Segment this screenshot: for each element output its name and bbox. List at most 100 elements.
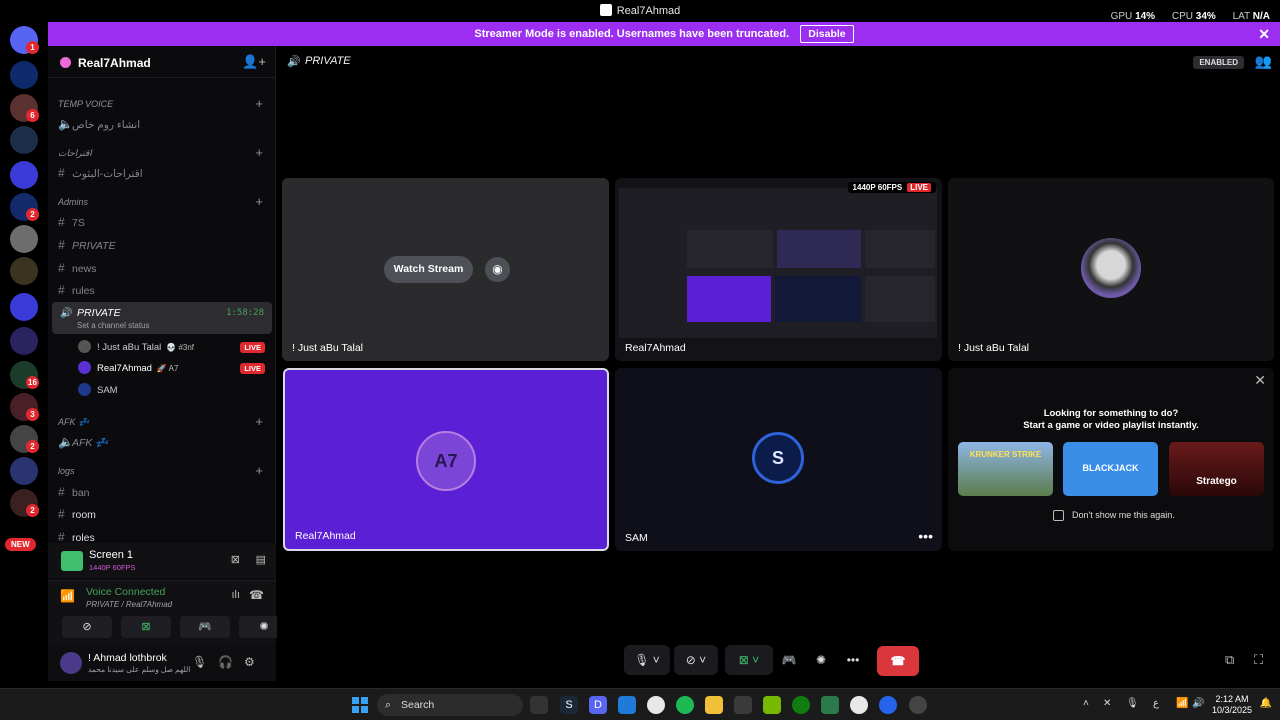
server-icon[interactable] <box>10 161 38 189</box>
category-afk[interactable]: AFK 💤 <box>58 417 89 428</box>
spotify-icon[interactable] <box>676 696 694 714</box>
server-icon[interactable] <box>10 126 38 154</box>
category-temp-voice[interactable]: TEMP VOICE <box>58 99 113 109</box>
add-channel-icon[interactable]: + <box>255 414 263 429</box>
windows-start-icon[interactable] <box>352 697 368 713</box>
avatar[interactable] <box>60 652 82 674</box>
activity-button[interactable]: 🎮 <box>775 645 803 675</box>
participant-tile[interactable]: Watch Stream ◉ ! Just aBu Talal <box>282 178 609 361</box>
camera-button[interactable]: ⊘ ˅ <box>674 645 718 675</box>
voice-user[interactable]: SAM <box>78 383 118 396</box>
soundboard-button[interactable]: ✺ <box>807 645 835 675</box>
language-indicator[interactable]: ع <box>1153 698 1159 709</box>
stream-settings-icon[interactable]: ▤ <box>256 553 266 566</box>
close-icon[interactable]: ✕ <box>1254 372 1266 389</box>
voice-status[interactable]: Voice Connected <box>86 586 165 598</box>
members-icon[interactable]: 👥 <box>1255 53 1272 70</box>
participant-tile[interactable]: A7 Real7Ahmad <box>283 368 609 551</box>
category-suggestions[interactable]: اقتراحات <box>58 148 92 159</box>
voice-user[interactable]: Real7Ahmad 🚀 A7 <box>78 361 178 374</box>
watch-stream-button[interactable]: Watch Stream <box>384 256 473 283</box>
mute-icon[interactable]: ✕ <box>1103 698 1111 709</box>
disconnect-call-button[interactable]: ☎ <box>877 646 919 676</box>
server-icon[interactable] <box>10 257 38 285</box>
text-channel-room[interactable]: # room <box>58 507 96 521</box>
text-channel-suggestions[interactable]: # اقتراحات-البثوث <box>58 166 143 180</box>
activity-button[interactable]: 🎮 <box>180 616 230 638</box>
category-logs[interactable]: logs <box>58 466 75 476</box>
chrome-icon[interactable] <box>850 696 868 714</box>
mute-microphone-button[interactable]: 🎙 ˅ <box>624 645 670 675</box>
text-channel-ban[interactable]: # ban <box>58 485 90 499</box>
participant-tile[interactable]: S SAM ••• <box>615 368 942 551</box>
participant-tile[interactable]: ! Just aBu Talal <box>948 178 1274 361</box>
xbox-icon[interactable] <box>792 696 810 714</box>
camera-toggle-button[interactable]: ⊘ <box>62 616 112 638</box>
disable-streamer-mode-button[interactable]: Disable <box>800 25 854 43</box>
close-icon[interactable]: ✕ <box>1258 22 1270 46</box>
store-icon[interactable] <box>734 696 752 714</box>
settings-icon[interactable] <box>909 696 927 714</box>
add-channel-icon[interactable]: + <box>255 463 263 478</box>
set-channel-status[interactable]: Set a channel status <box>77 321 150 330</box>
fullscreen-icon[interactable]: ⛶ <box>1254 652 1263 668</box>
system-clock[interactable]: 2:12 AM 10/3/2025 <box>1212 694 1252 716</box>
add-channel-icon[interactable]: + <box>255 96 263 111</box>
invite-people-icon[interactable]: 👤+ <box>242 54 266 70</box>
discord-icon[interactable]: D <box>589 696 607 714</box>
server-icon[interactable] <box>10 327 38 355</box>
voice-channel-afk[interactable]: 🔈AFK 💤 <box>58 435 108 449</box>
edge-icon[interactable] <box>618 696 636 714</box>
notification-bell-icon[interactable]: 🔔 <box>1260 698 1272 709</box>
server-icon[interactable] <box>10 293 38 321</box>
disconnect-icon[interactable]: ☎ <box>249 588 264 602</box>
server-icon[interactable] <box>10 225 38 253</box>
chevron-up-icon[interactable]: ˄ <box>1083 698 1089 709</box>
hash-icon: # <box>58 507 65 521</box>
voice-channel-private[interactable]: 🔊 PRIVATE Set a channel status 1:58:28 <box>52 302 272 334</box>
add-channel-icon[interactable]: + <box>255 194 263 209</box>
dont-show-checkbox[interactable] <box>1053 510 1064 521</box>
microphone-icon[interactable]: 🎙 <box>1126 698 1139 709</box>
more-options-icon[interactable]: ••• <box>839 645 867 675</box>
voice-user[interactable]: ! Just aBu Talal 💀 #3nf <box>78 340 194 353</box>
game-card-blackjack[interactable]: BLACKJACK <box>1063 442 1158 496</box>
stop-stream-icon[interactable]: ⊠ <box>231 553 240 566</box>
headset-icon[interactable]: 🎧 <box>218 655 233 669</box>
text-channel-7s[interactable]: #7S <box>58 215 85 229</box>
file-explorer-icon[interactable] <box>705 696 723 714</box>
text-channel-news[interactable]: # news <box>58 261 97 275</box>
screen-share-button[interactable]: ⊠ ˅ <box>725 645 773 675</box>
server-icon[interactable] <box>10 61 38 89</box>
preview-icon[interactable]: ◉ <box>485 257 510 282</box>
add-channel-icon[interactable]: + <box>255 145 263 160</box>
game-card-stratego[interactable]: Stratego <box>1169 442 1264 496</box>
text-channel-private[interactable]: # PRIVATE <box>58 238 116 252</box>
screen-share-button[interactable]: ⊠ <box>121 616 171 638</box>
taskbar-search[interactable]: ⌕ Search <box>377 694 523 716</box>
volume-icon[interactable]: 🔊 <box>1192 698 1204 709</box>
text-channel-roles[interactable]: # roles <box>58 530 95 544</box>
steam-icon[interactable]: S <box>560 696 578 714</box>
text-channel-rules[interactable]: # rules <box>58 283 95 297</box>
camera-app-icon[interactable] <box>530 696 548 714</box>
more-options-icon[interactable]: ••• <box>918 528 933 544</box>
wifi-icon[interactable]: 📶 <box>1176 698 1188 709</box>
nvidia-icon[interactable] <box>763 696 781 714</box>
app-icon[interactable] <box>879 696 897 714</box>
voice-channel-create-room[interactable]: 🔈انشاء روم خاص <box>58 117 140 131</box>
popout-icon[interactable]: ⧉ <box>1225 652 1234 668</box>
microphone-icon[interactable]: 🎙 <box>192 655 207 669</box>
server-header[interactable]: Real7Ahmad 👤+ <box>48 46 276 78</box>
game-card-krunker[interactable]: KRUNKER STRIKE <box>958 442 1053 496</box>
category-admins[interactable]: Admins <box>58 197 88 207</box>
noise-suppression-icon[interactable]: ılı <box>231 589 240 601</box>
username[interactable]: ! Ahmad lothbrok <box>88 652 167 664</box>
screen-share-thumbnail[interactable] <box>61 551 83 571</box>
server-icon[interactable] <box>10 457 38 485</box>
app-icon[interactable] <box>821 696 839 714</box>
stream-tile[interactable]: 1440P 60FPS LIVE Real7Ahmad <box>615 178 942 361</box>
chrome-icon[interactable] <box>647 696 665 714</box>
gear-icon[interactable]: ⚙ <box>244 655 255 669</box>
voice-location[interactable]: PRIVATE / Real7Ahmad <box>86 600 172 609</box>
